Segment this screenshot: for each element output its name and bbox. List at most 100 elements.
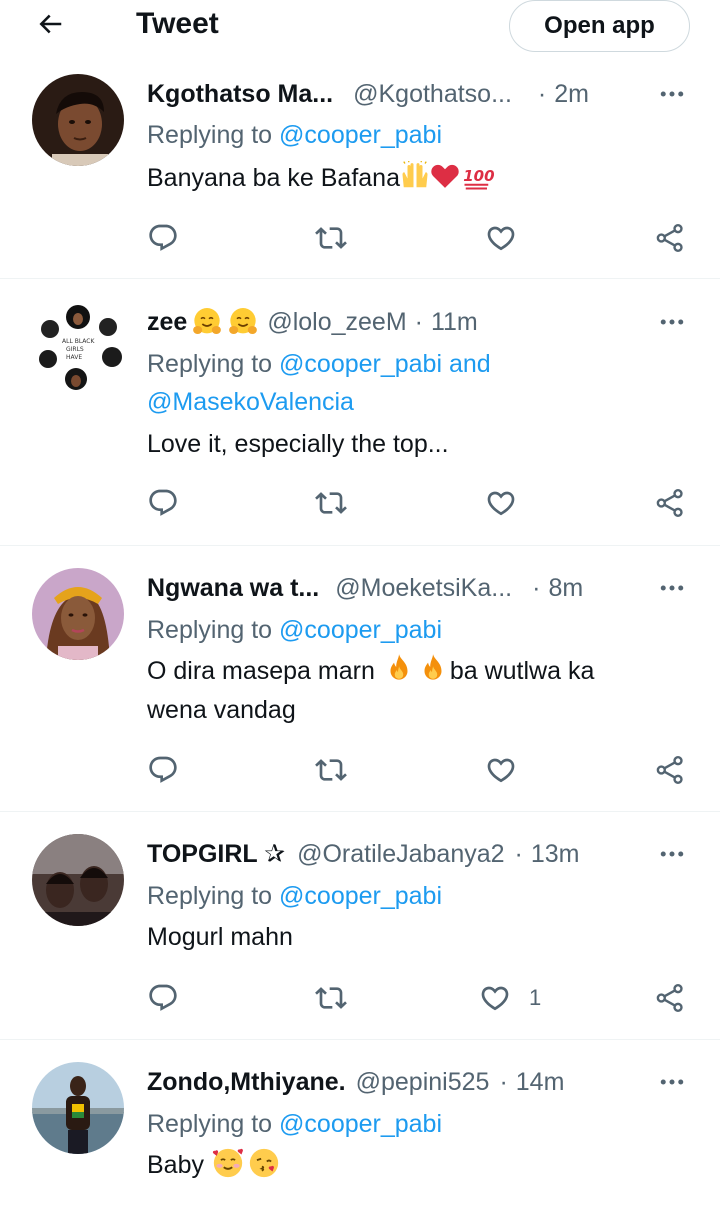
avatar[interactable] bbox=[32, 74, 124, 166]
share-icon bbox=[654, 754, 686, 786]
mention-link[interactable]: @cooper_pabi bbox=[279, 616, 442, 644]
replying-label: Replying to bbox=[147, 616, 280, 644]
separator-dot: · bbox=[514, 839, 523, 868]
reply-icon bbox=[147, 222, 179, 254]
replying-to: Replying to @cooper_pabi bbox=[147, 1105, 442, 1143]
tweet-header: Kgothatso Ma... @Kgothatso... · 2m bbox=[147, 76, 589, 112]
share-icon bbox=[654, 982, 686, 1014]
mention-link[interactable]: @MasekoValencia bbox=[147, 388, 354, 416]
more-horizontal-icon bbox=[657, 307, 687, 337]
like-count: 1 bbox=[529, 985, 542, 1010]
reply-button[interactable] bbox=[147, 216, 179, 260]
fire-emoji-icon bbox=[416, 652, 450, 686]
more-horizontal-icon bbox=[657, 1067, 687, 1097]
display-name[interactable]: Zondo,Mthiyane. bbox=[147, 1068, 346, 1097]
avatar[interactable] bbox=[32, 1062, 124, 1154]
like-button[interactable]: 1 bbox=[479, 976, 541, 1020]
timestamp[interactable]: 13m bbox=[531, 840, 580, 869]
mention-link[interactable]: @cooper_pabi bbox=[279, 121, 442, 149]
open-app-button[interactable]: Open app bbox=[509, 0, 690, 52]
tweet-header: Ngwana wa t... @MoeketsiKa... · 8m bbox=[147, 570, 583, 606]
retweet-icon bbox=[315, 487, 347, 519]
more-button[interactable] bbox=[652, 304, 692, 340]
tweet-header: TOPGIRL ✰ @OratileJabanya2 · 13m bbox=[147, 836, 580, 872]
arrow-left-icon bbox=[39, 14, 62, 34]
replying-to-continued: @MasekoValencia bbox=[147, 383, 354, 421]
separator-dot: · bbox=[499, 1067, 508, 1096]
retweet-button[interactable] bbox=[315, 748, 347, 792]
handle[interactable]: @lolo_zeeM bbox=[267, 308, 406, 337]
timestamp[interactable]: 14m bbox=[516, 1068, 565, 1097]
hugging-face-emoji-icon bbox=[191, 306, 223, 338]
handle[interactable]: @Kgothatso... bbox=[353, 80, 512, 109]
tweet-reply[interactable]: ALL BLACK GIRLS HAVE zee @lolo_zeeM · 11m … bbox=[0, 279, 720, 546]
mention-link[interactable]: @cooper_pabi bbox=[279, 1110, 442, 1138]
more-button[interactable] bbox=[652, 570, 692, 606]
raising-hands-emoji-icon bbox=[400, 161, 430, 191]
reply-button[interactable] bbox=[147, 976, 179, 1020]
tweet-reply[interactable]: Zondo,Mthiyane. @pepini525 · 14m Replyin… bbox=[0, 1040, 720, 1206]
tweet-text: Baby bbox=[147, 1146, 281, 1184]
heart-icon bbox=[485, 754, 517, 786]
more-horizontal-icon bbox=[657, 79, 687, 109]
more-button[interactable] bbox=[652, 836, 692, 872]
mention-link[interactable]: @cooper_pabi and bbox=[279, 350, 491, 378]
svg-text:ALL BLACK: ALL BLACK bbox=[62, 338, 95, 345]
like-button[interactable] bbox=[485, 216, 517, 260]
svg-text:GIRLS: GIRLS bbox=[66, 346, 84, 353]
tweet-text-line: Mogurl mahn bbox=[147, 923, 293, 951]
mention-link[interactable]: @cooper_pabi bbox=[279, 882, 442, 910]
tweet-text-continued: wena vandag bbox=[147, 691, 296, 729]
reply-icon bbox=[147, 982, 179, 1014]
replying-label: Replying to bbox=[147, 1110, 280, 1138]
timestamp[interactable]: 11m bbox=[431, 308, 478, 337]
tweet-text-line: ba wutlwa ka bbox=[449, 657, 595, 685]
retweet-icon bbox=[315, 222, 347, 254]
more-button[interactable] bbox=[652, 1064, 692, 1100]
share-button[interactable] bbox=[654, 216, 686, 260]
reply-button[interactable] bbox=[147, 481, 179, 525]
page-title: Tweet bbox=[136, 7, 219, 40]
back-button[interactable] bbox=[24, 4, 76, 44]
handle[interactable]: @pepini525 bbox=[356, 1068, 490, 1097]
timestamp[interactable]: 2m bbox=[554, 80, 589, 109]
display-name[interactable]: Kgothatso Ma... bbox=[147, 80, 333, 109]
tweet-text: O dira masepa marn ba wutlwa ka bbox=[147, 652, 594, 690]
smiling-face-with-hearts-emoji-icon bbox=[211, 1146, 245, 1180]
tweet-reply[interactable]: Kgothatso Ma... @Kgothatso... · 2m Reply… bbox=[0, 56, 720, 279]
like-button[interactable] bbox=[485, 481, 517, 525]
replying-to: Replying to @cooper_pabi bbox=[147, 116, 442, 154]
more-button[interactable] bbox=[652, 76, 692, 112]
retweet-button[interactable] bbox=[315, 976, 347, 1020]
display-name[interactable]: TOPGIRL ✰ bbox=[147, 839, 285, 869]
handle[interactable]: @OratileJabanya2 bbox=[297, 840, 504, 869]
retweet-button[interactable] bbox=[315, 481, 347, 525]
share-button[interactable] bbox=[654, 976, 686, 1020]
hugging-face-emoji-icon bbox=[227, 306, 259, 338]
tweet-text-line: O dira masepa marn bbox=[147, 657, 382, 685]
handle[interactable]: @MoeketsiKa... bbox=[335, 574, 512, 603]
display-name[interactable]: zee bbox=[147, 308, 187, 337]
like-button[interactable] bbox=[485, 748, 517, 792]
timestamp[interactable]: 8m bbox=[548, 574, 583, 603]
avatar[interactable] bbox=[32, 834, 124, 926]
separator-dot: · bbox=[532, 573, 541, 602]
avatar[interactable] bbox=[32, 568, 124, 660]
display-name[interactable]: Ngwana wa t... bbox=[147, 574, 319, 603]
tweet-text-line: Banyana ba ke Bafana bbox=[147, 164, 400, 192]
tweet-reply[interactable]: Ngwana wa t... @MoeketsiKa... · 8m Reply… bbox=[0, 546, 720, 812]
tweet-actions bbox=[0, 481, 720, 525]
share-button[interactable] bbox=[654, 481, 686, 525]
separator-dot: · bbox=[414, 307, 423, 336]
share-button[interactable] bbox=[654, 748, 686, 792]
avatar[interactable]: ALL BLACK GIRLS HAVE bbox=[32, 301, 124, 393]
tweet-actions bbox=[0, 216, 720, 260]
retweet-icon bbox=[315, 982, 347, 1014]
retweet-button[interactable] bbox=[315, 216, 347, 260]
tweet-text-line: Love it, especially the top... bbox=[147, 430, 449, 458]
reply-button[interactable] bbox=[147, 748, 179, 792]
face-blowing-kiss-emoji-icon bbox=[247, 1146, 281, 1180]
reply-icon bbox=[147, 487, 179, 519]
tweet-reply[interactable]: TOPGIRL ✰ @OratileJabanya2 · 13m Replyin… bbox=[0, 812, 720, 1040]
reply-icon bbox=[147, 754, 179, 786]
